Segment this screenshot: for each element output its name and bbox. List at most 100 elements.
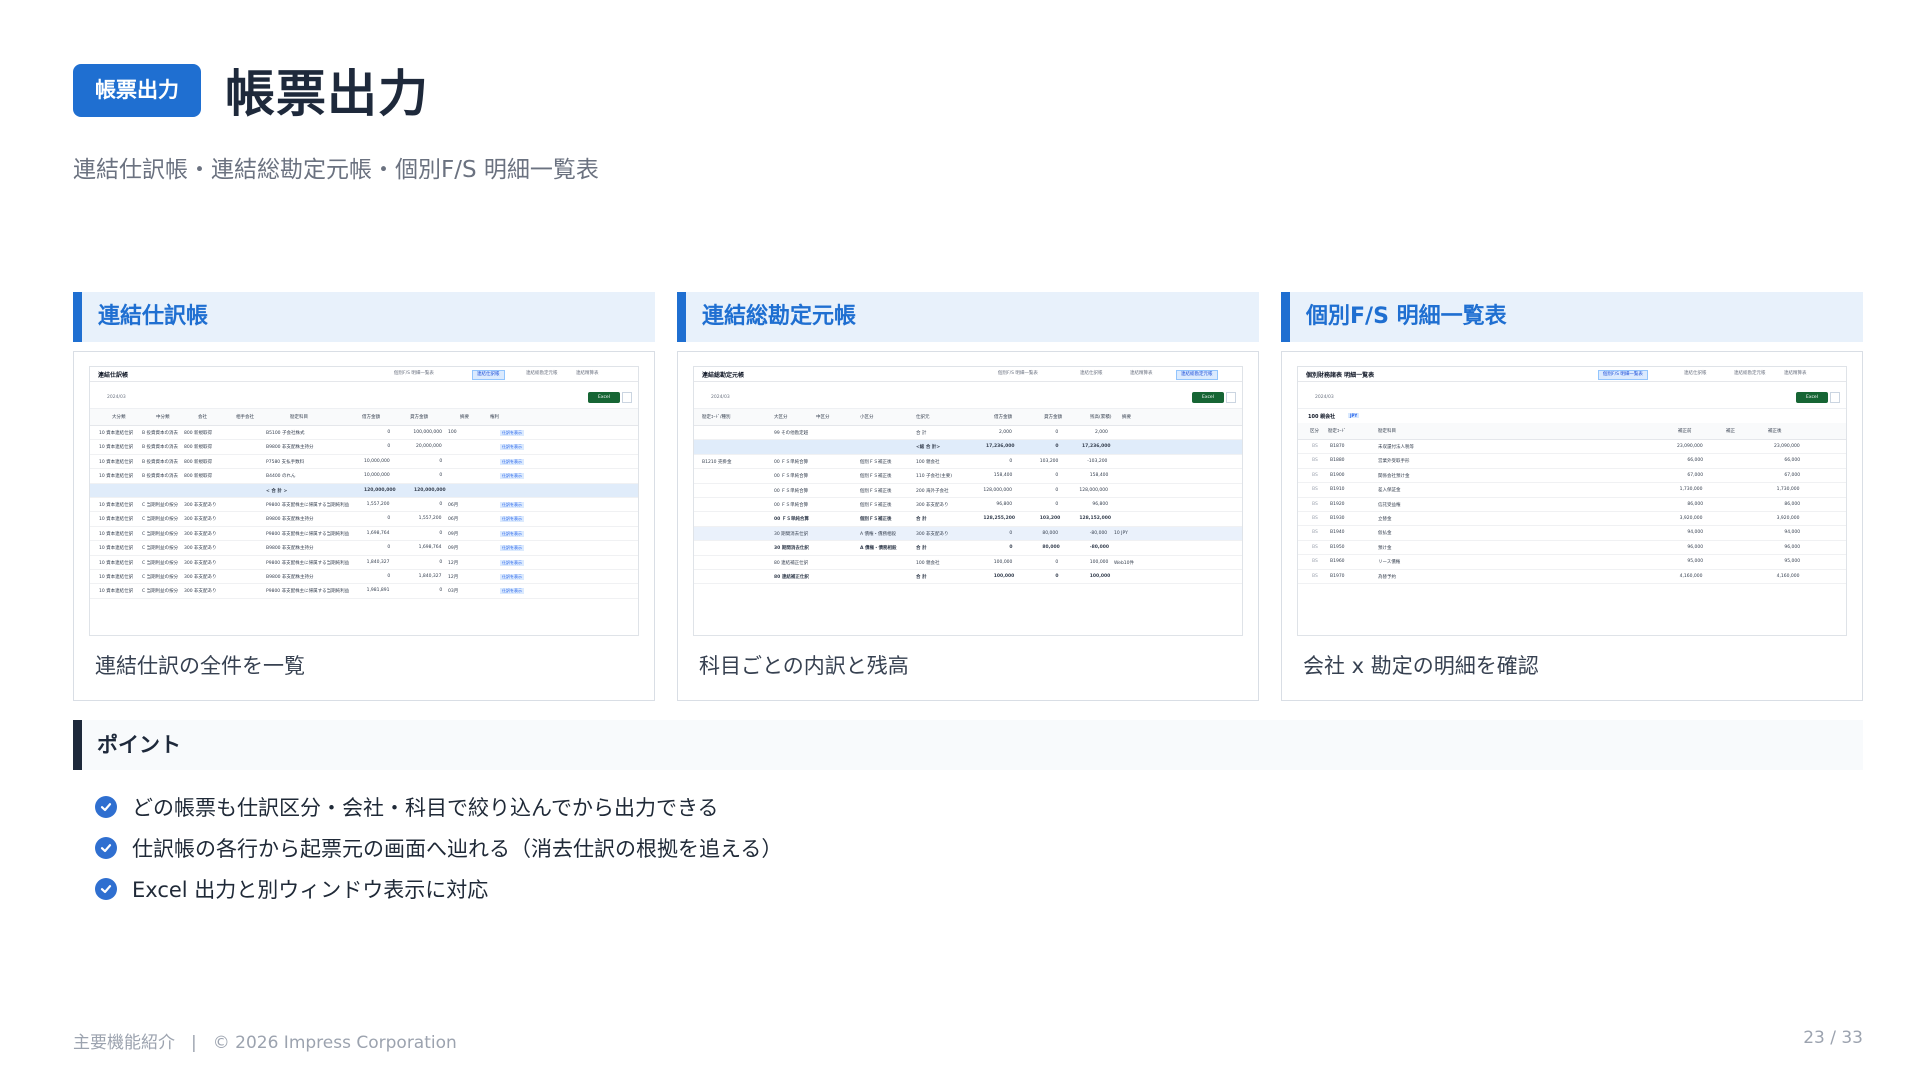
mini-table-row: 30 期間消去仕訳 A 債権・債務相殺 合 計 0 80,000 -80,000: [694, 541, 1242, 556]
mini-cell: 0: [439, 530, 443, 536]
mini-cell: 100 親会社: [916, 560, 940, 566]
mini-tab: 連結仕訳帳: [1080, 371, 1103, 376]
mini-cell: B 投資資本の消去: [142, 431, 179, 436]
mini-cell: C 当期利益の按分: [142, 589, 179, 595]
mini-cell: 1,840,327: [366, 559, 390, 565]
mini-cell: B1960: [1330, 559, 1345, 565]
mini-table-row: 00 ＦＳ単純合算 個別ＦＳ補正後 200 海外子会社 128,000,000 0 128…: [694, 484, 1242, 498]
mini-tabbar: 個別財務諸表 明細一覧表 個別F/S 明細一覧表 連結仕訳帳 連結総勘定元帳 連結精算表: [1298, 367, 1846, 382]
mini-cell: 0: [1055, 473, 1059, 479]
mini-cell: B1970: [1330, 573, 1345, 579]
mini-row-badge: 仕訳を表示: [500, 545, 524, 552]
mini-cell: 差入保証金: [1378, 488, 1401, 494]
card-body: 個別財務諸表 明細一覧表 個別F/S 明細一覧表 連結仕訳帳 連結総勘定元帳 連結精算表…: [1281, 351, 1863, 701]
mini-cell: < 合 計 >: [266, 488, 288, 494]
mini-cell: A 債権・債務相殺: [860, 531, 897, 537]
mini-row-badge: 仕訳を表示: [500, 573, 524, 580]
mini-header-cell: 区分: [1310, 429, 1319, 434]
mini-cell: 個別ＦＳ補正後: [860, 488, 892, 494]
ledger-screenshot: 連結総勘定元帳 個別F/S 明細一覧表 連結仕訳帳 連結精算表 連結総勘定元帳 2024/…: [693, 366, 1243, 636]
mini-cell: 17,236,000: [1082, 444, 1111, 450]
mini-cell: 0: [439, 501, 443, 507]
mini-cell: 10,000,000: [364, 458, 390, 464]
mini-cell: 10,000,000: [364, 473, 390, 479]
mini-cell: B1940: [1330, 530, 1345, 536]
mini-excel-button: Excel: [1192, 392, 1224, 403]
mini-cell: 0: [439, 559, 443, 565]
mini-cell: 103,200: [1039, 458, 1059, 464]
footer: 主要機能紹介 | © 2026 Impress Corporation: [73, 1028, 457, 1053]
card-body: 連結仕訳帳 個別F/S 明細一覧表 連結仕訳帳 連結総勘定元帳 連結精算表 2024/03…: [73, 351, 655, 701]
mini-row-badge: 仕訳を表示: [500, 530, 524, 537]
mini-cell: B9800 非支配株主持分: [266, 574, 314, 580]
points-heading: ポイント: [73, 720, 1863, 770]
mini-cell: B9800 非支配株主持分: [266, 517, 314, 523]
mini-cell: 95,000: [1687, 559, 1704, 565]
mini-cell: 0: [1055, 573, 1059, 579]
card-caption: 連結仕訳の全件を一覧: [95, 654, 305, 678]
card-title: 連結総勘定元帳: [677, 292, 1259, 342]
mini-table-row: BS B1930 立替金 3,920,000 3,920,000: [1298, 512, 1846, 527]
mini-cell: -80,000: [1089, 545, 1110, 551]
mini-header-cell: 貸方金額: [1044, 415, 1062, 420]
mini-title: 連結総勘定元帳: [702, 372, 745, 379]
mini-cell: 300 非支配あり: [184, 574, 217, 580]
mini-cell: 4,160,000: [1679, 573, 1703, 579]
mini-row-badge: 仕訳を表示: [500, 430, 524, 436]
journal-screenshot: 連結仕訳帳 個別F/S 明細一覧表 連結仕訳帳 連結総勘定元帳 連結精算表 2024/03…: [89, 366, 639, 636]
mini-cell: 66,000: [1784, 458, 1801, 464]
mini-cell: BS: [1312, 544, 1318, 550]
mini-cell: 17,236,000: [986, 444, 1015, 450]
mini-cell: 1,557,200: [418, 516, 442, 522]
mini-cell: 0: [1009, 530, 1013, 536]
mini-cell: 0: [387, 545, 391, 551]
mini-cell: 06月: [448, 517, 459, 523]
mini-cell: 80,000: [1042, 545, 1060, 551]
mini-tab: 個別F/S 明細一覧表: [394, 371, 434, 376]
mini-cell: 1,730,000: [1679, 487, 1703, 493]
mini-cell: 100,000: [1089, 559, 1109, 565]
mini-cell: 96,000: [1687, 544, 1704, 550]
mini-tab: 個別F/S 明細一覧表: [1598, 370, 1648, 380]
mini-row-badge: 仕訳を表示: [500, 473, 524, 480]
mini-cell: 100 親会社: [916, 459, 940, 465]
mini-tab: 個別F/S 明細一覧表: [998, 371, 1038, 376]
mini-cell: 00 ＦＳ単純合算: [774, 474, 809, 480]
point-item: 仕訳帳の各行から起票元の画面へ辿れる（消去仕訳の根拠を追える）: [95, 827, 782, 868]
mini-cell: 23,090,000: [1677, 444, 1703, 449]
mini-cell: 0: [1055, 444, 1059, 450]
mini-cell: C 当期利益の按分: [142, 502, 179, 508]
mini-cell: 100,000: [993, 559, 1013, 565]
mini-cell: B 投資資本の消去: [142, 474, 179, 480]
mini-tab: 連結精算表: [576, 371, 599, 376]
mini-cell: 0: [1009, 458, 1013, 464]
mini-cell: -80,000: [1089, 530, 1108, 536]
mini-cell: P9800 非支配株主に帰属する当期純利益: [266, 502, 350, 508]
mini-table-row: BS B1970 為替予約 4,160,000 4,160,000: [1298, 570, 1846, 584]
mini-cell: 0: [387, 573, 391, 579]
mini-cell: 0: [1055, 501, 1059, 507]
mini-cell: 2,000: [1095, 430, 1108, 435]
mini-cell: B1910: [1330, 487, 1345, 493]
mini-cell: 2,000: [999, 430, 1012, 435]
mini-cell: BS: [1312, 487, 1318, 493]
mini-period: 2024/03: [107, 395, 126, 400]
mini-cell: 合 計: [916, 574, 927, 580]
mini-cell: P9800 非支配株主に帰属する当期純利益: [266, 560, 350, 566]
mini-cell: 128,255,200: [983, 516, 1015, 522]
mini-cell: 80,000: [1042, 530, 1059, 536]
mini-table-row: 10 資本連結仕訳 C 当期利益の按分 300 非支配あり B9800 非支配株主持分…: [90, 570, 638, 585]
mini-cell: 103,200: [1039, 516, 1061, 522]
mini-table-row: BS B1960 リース債権 95,000 95,000: [1298, 555, 1846, 570]
mini-cell: 1,557,200: [366, 501, 390, 507]
mini-header-cell: 補正: [1726, 429, 1735, 434]
mini-cell: 合 計: [916, 546, 927, 552]
mini-cell: 00 ＦＳ単純合算: [774, 459, 809, 465]
mini-tab: 連結総勘定元帳: [1734, 371, 1766, 376]
mini-row-badge: 仕訳を表示: [500, 501, 524, 508]
mini-cell: 10 資本連結仕訳: [99, 560, 134, 566]
mini-cell: A 債権・債務相殺: [860, 546, 897, 552]
mini-cell: B 投資資本の消去: [142, 459, 179, 465]
mini-cell: 300 非支配あり: [184, 589, 217, 595]
mini-cell: 300 非支配あり: [184, 517, 217, 523]
